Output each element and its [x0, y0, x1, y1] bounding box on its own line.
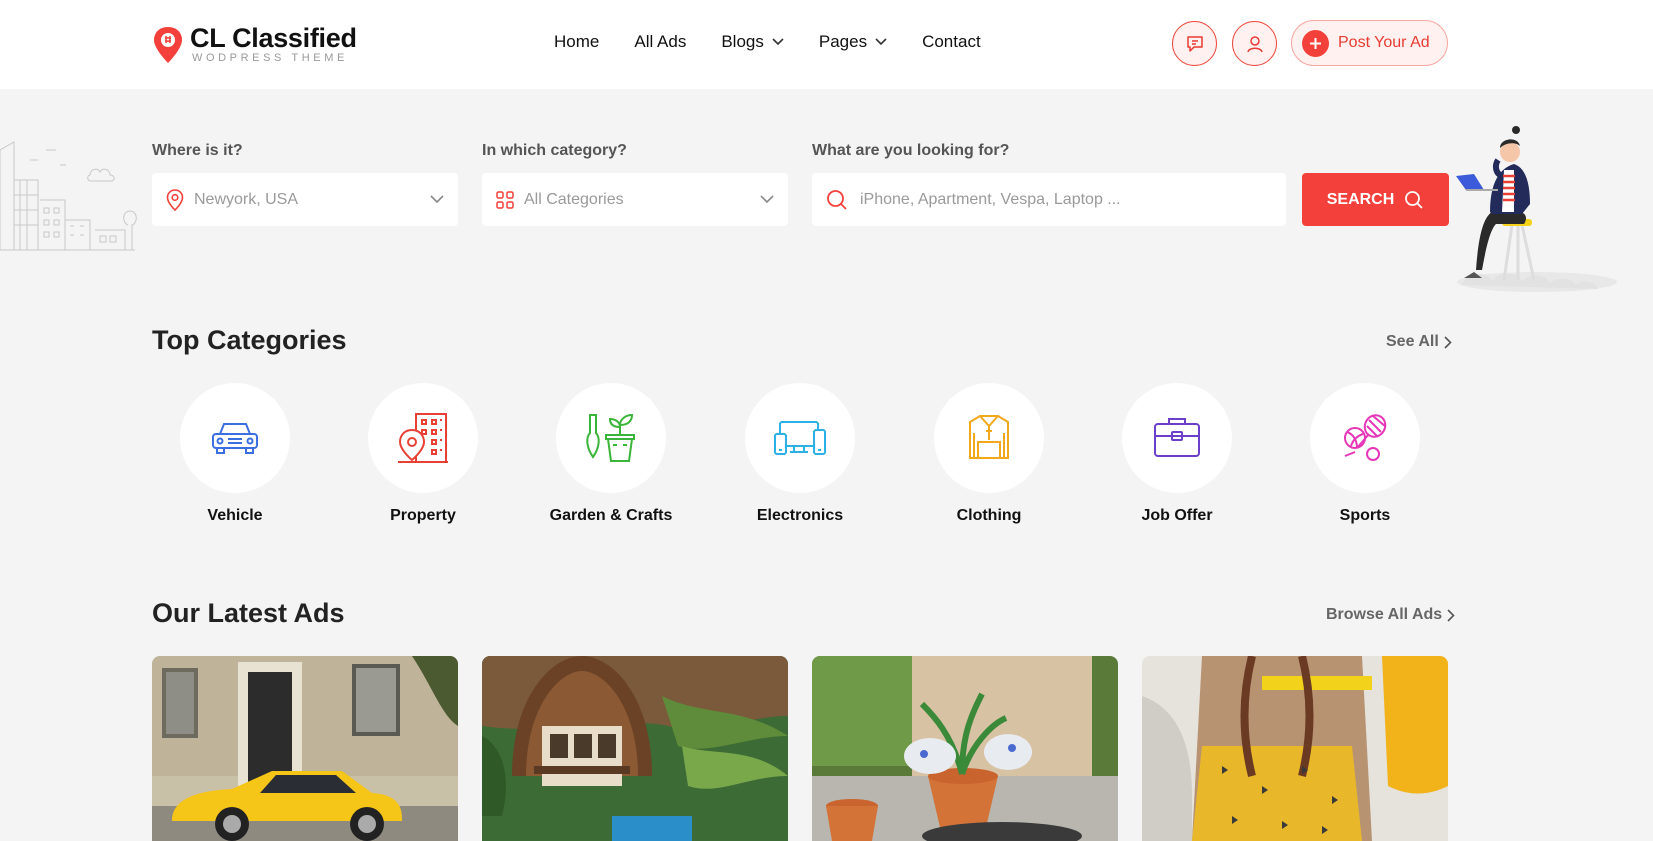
category-electronics-circle — [745, 383, 855, 493]
nav-contact-label: Contact — [922, 32, 981, 51]
search-icon — [827, 189, 847, 210]
ad-card-property[interactable] — [482, 656, 788, 841]
nav-home[interactable]: Home — [554, 32, 599, 52]
category-garden-crafts[interactable]: Garden & Crafts — [536, 383, 686, 525]
category-property-circle — [368, 383, 478, 493]
keyword-input[interactable] — [860, 190, 1286, 209]
category-electronics-label: Electronics — [756, 507, 844, 524]
plus-icon — [1302, 29, 1329, 57]
category-sports[interactable]: Sports — [1290, 383, 1440, 525]
browse-all-ads-link[interactable]: Browse All Ads — [1326, 606, 1455, 624]
keyword-label: What are you looking for? — [812, 142, 1010, 159]
nav-pages[interactable]: Pages — [819, 32, 887, 52]
category-sports-label: Sports — [1339, 507, 1391, 524]
ad-image-villa — [482, 656, 788, 841]
category-vehicle-label: Vehicle — [207, 507, 263, 524]
site-logo[interactable]: CL Classified WODPRESS THEME — [152, 24, 357, 64]
sports-icon — [1344, 414, 1387, 461]
account-button[interactable] — [1232, 21, 1277, 66]
search-icon — [1405, 190, 1423, 209]
category-garden-circle — [556, 383, 666, 493]
search-button[interactable]: SEARCH — [1302, 173, 1449, 226]
top-categories-title: Top Categories — [152, 325, 347, 355]
ad-image-plant-pots — [812, 656, 1118, 841]
chat-icon — [1186, 35, 1203, 52]
post-ad-button[interactable]: Post Your Ad — [1291, 20, 1448, 66]
chevron-right-icon — [1444, 335, 1452, 349]
location-value: Newyork, USA — [194, 190, 299, 208]
ad-card-garden[interactable] — [812, 656, 1118, 841]
category-vehicle[interactable]: Vehicle — [160, 383, 310, 525]
category-electronics[interactable]: Electronics — [725, 383, 875, 525]
chevron-down-icon — [772, 38, 784, 46]
city-illustration — [0, 140, 140, 260]
nav-home-label: Home — [554, 32, 600, 51]
grid-icon — [496, 190, 514, 209]
nav-pages-label: Pages — [818, 32, 868, 51]
category-garden-label: Garden & Crafts — [549, 507, 673, 524]
category-vehicle-circle — [180, 383, 290, 493]
category-property-label: Property — [390, 507, 456, 524]
browse-all-label: Browse All Ads — [1326, 606, 1443, 623]
nav-blogs-label: Blogs — [721, 32, 764, 51]
chevron-down-icon — [760, 195, 774, 204]
person-with-laptop-illustration — [1452, 120, 1622, 297]
ad-image-yellow-car — [152, 656, 458, 841]
see-all-label: See All — [1386, 333, 1439, 350]
category-label: In which category? — [482, 142, 627, 159]
category-job-label: Job Offer — [1141, 507, 1213, 524]
category-clothing-circle — [934, 383, 1044, 493]
chevron-down-icon — [875, 38, 887, 46]
latest-ads-title: Our Latest Ads — [152, 598, 345, 628]
chevron-down-icon — [430, 195, 444, 204]
category-job-offer[interactable]: Job Offer — [1102, 383, 1252, 525]
ad-card-car[interactable] — [152, 656, 458, 841]
main-nav: Home All Ads Blogs Pages Contact — [554, 32, 1016, 52]
nav-contact[interactable]: Contact — [922, 32, 981, 52]
ad-card-bag[interactable] — [1142, 656, 1448, 841]
category-job-circle — [1122, 383, 1232, 493]
nav-all-ads-label: All Ads — [634, 32, 687, 51]
keyword-field[interactable] — [812, 173, 1286, 226]
building-icon — [398, 413, 448, 463]
user-icon — [1246, 35, 1263, 52]
category-value: All Categories — [524, 190, 624, 208]
logo-name: CL Classified — [190, 23, 357, 53]
car-icon — [212, 423, 258, 454]
location-select[interactable]: Newyork, USA — [152, 173, 458, 226]
category-clothing[interactable]: Clothing — [914, 383, 1064, 525]
category-property[interactable]: Property — [348, 383, 498, 525]
post-ad-label: Post Your Ad — [1338, 34, 1430, 51]
map-pin-icon — [166, 188, 184, 211]
see-all-categories-link[interactable]: See All — [1386, 333, 1452, 351]
map-pin-logo-icon — [152, 26, 184, 63]
logo-tagline: WODPRESS THEME — [192, 52, 348, 64]
nav-blogs[interactable]: Blogs — [721, 32, 784, 52]
plant-icon — [586, 413, 635, 462]
chevron-right-icon — [1447, 608, 1455, 622]
chat-button[interactable] — [1172, 21, 1217, 66]
category-select[interactable]: All Categories — [482, 173, 788, 226]
shirt-icon — [969, 415, 1009, 459]
search-button-label: SEARCH — [1326, 190, 1395, 208]
devices-icon — [774, 421, 826, 455]
category-clothing-label: Clothing — [956, 507, 1022, 524]
category-sports-circle — [1310, 383, 1420, 493]
nav-all-ads[interactable]: All Ads — [634, 32, 686, 52]
location-label: Where is it? — [152, 142, 243, 159]
briefcase-icon — [1154, 418, 1200, 457]
ad-image-tote-bag — [1142, 656, 1448, 841]
site-header: CL Classified WODPRESS THEME Home All Ad… — [0, 0, 1653, 89]
